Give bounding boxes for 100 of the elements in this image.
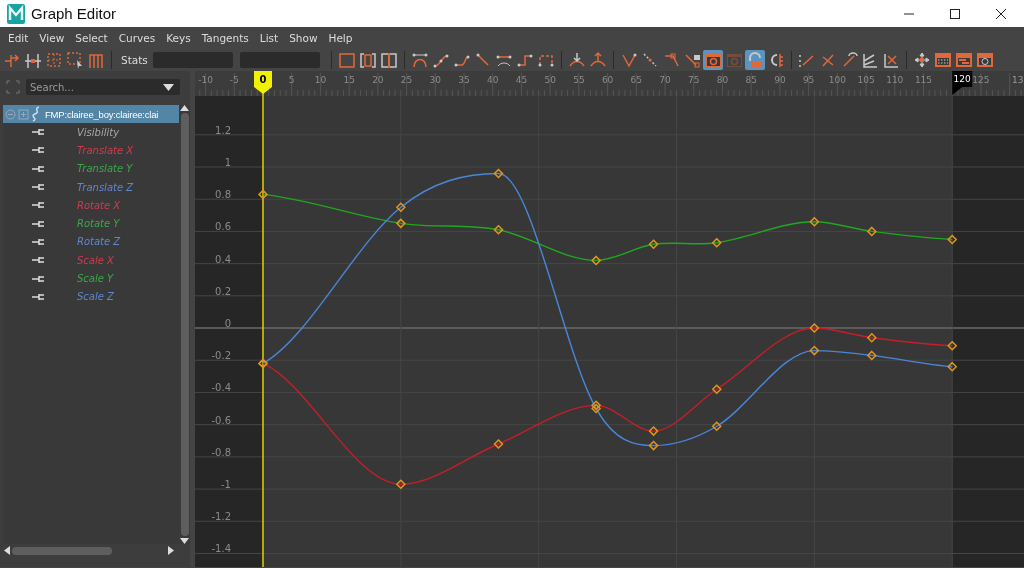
keyframe-point[interactable] (809, 322, 820, 334)
value-label: -0.6 (211, 414, 231, 426)
frame-label: -10 (198, 75, 213, 85)
panel-button[interactable] (974, 50, 995, 70)
auto-tangent-icon (410, 51, 429, 69)
magnet-button[interactable] (744, 50, 765, 70)
keyframe-point[interactable] (947, 234, 958, 245)
region-select-button[interactable] (65, 50, 85, 70)
value-label: 0.4 (215, 253, 231, 265)
keyframe-point[interactable] (711, 384, 722, 395)
keyframe-point[interactable] (711, 421, 722, 432)
scroll-left-icon[interactable] (4, 546, 10, 555)
animation-curve[interactable] (262, 193, 953, 262)
value-label: 1.2 (215, 124, 231, 136)
frame-label: 80 (716, 75, 729, 85)
plug-icon (32, 219, 45, 228)
menu-item[interactable]: Edit (3, 32, 34, 44)
menu-item[interactable]: Tangents (196, 32, 254, 44)
frame-label: 65 (630, 75, 643, 85)
keyframe-point[interactable] (809, 345, 820, 356)
plug-icon (32, 237, 45, 246)
menu-item[interactable]: Curves (113, 32, 161, 44)
stats-field[interactable] (239, 52, 320, 68)
keyframe-point[interactable] (591, 255, 602, 266)
scroll-up-icon[interactable] (180, 105, 189, 111)
menu-item[interactable]: Keys (161, 32, 196, 44)
frame-label: 60 (601, 75, 614, 85)
frame-label: 35 (458, 75, 470, 85)
dropdown-arrow-icon[interactable] (163, 84, 174, 91)
value-label: 0.6 (215, 221, 231, 233)
frame-label: 13 (1012, 75, 1024, 85)
frame-label: 90 (774, 75, 786, 85)
keyframe-point[interactable] (395, 479, 406, 490)
plug-icon (32, 146, 45, 155)
keyframe-point[interactable] (257, 189, 269, 200)
value-label: 0.2 (215, 285, 231, 297)
scroll-down-icon[interactable] (180, 538, 189, 544)
frame-label: 125 (972, 75, 990, 85)
keyframe-point[interactable] (493, 168, 504, 179)
attribute-label[interactable]: Translate Y (77, 163, 133, 175)
keyframe-point[interactable] (947, 361, 958, 372)
region-select-icon (66, 51, 84, 69)
buffer-curve-icon (567, 51, 586, 69)
keyframe-point[interactable] (809, 216, 820, 227)
keyframe-point[interactable] (493, 224, 504, 235)
retime-icon (87, 51, 105, 69)
maximize-icon (949, 7, 961, 20)
frame-label: 75 (688, 75, 700, 85)
stacked-view-icon (860, 51, 879, 69)
frame-label: 95 (802, 75, 815, 85)
center-view-button[interactable] (378, 50, 399, 70)
frame-label: 10 (314, 75, 327, 85)
frame-range-icon (358, 51, 377, 69)
break-tangent-icon (619, 51, 638, 69)
keyframe-point[interactable] (395, 218, 406, 229)
attribute-label[interactable]: Scale Y (77, 273, 114, 284)
panel-button[interactable] (953, 50, 974, 70)
panel-button[interactable] (932, 50, 953, 70)
attribute-label[interactable]: Visibility (77, 126, 120, 138)
keyframe-point[interactable] (493, 438, 504, 450)
frame-label: 30 (429, 75, 442, 85)
current-time-marker[interactable]: 0 (254, 71, 272, 94)
keyframe-point[interactable] (947, 340, 958, 351)
frame-label: 105 (857, 75, 875, 85)
plug-icon (32, 183, 45, 192)
keyframe-point[interactable] (866, 350, 877, 361)
frame-label: 45 (515, 75, 528, 85)
keyframe-point[interactable] (866, 332, 877, 343)
frame-label: 85 (745, 75, 757, 85)
value-label: -1.4 (211, 543, 231, 555)
menu-item[interactable]: List (254, 32, 284, 44)
value-label: -1.2 (211, 511, 231, 523)
menu-item[interactable]: Select (70, 32, 113, 44)
stats-field[interactable] (152, 52, 233, 68)
frame-all-icon (337, 51, 356, 69)
frame-label: 15 (343, 75, 355, 85)
keyframe-point[interactable] (648, 440, 659, 451)
keyframe-point[interactable] (648, 426, 659, 437)
frame-label: 5 (288, 75, 295, 85)
frame-label: 110 (886, 75, 904, 85)
window-button[interactable] (702, 50, 723, 70)
keyframe-point[interactable] (711, 237, 722, 248)
value-label: -0.8 (211, 446, 231, 458)
move-icon (912, 51, 931, 69)
attribute-label[interactable]: Rotate Y (77, 218, 120, 230)
range-end-marker[interactable]: 120 (952, 71, 973, 95)
window-title: Graph Editor (31, 5, 118, 22)
frame-range-button[interactable] (357, 50, 378, 70)
keyframe-point[interactable] (866, 226, 877, 237)
move-key-icon (3, 51, 21, 69)
vertical-scrollbar[interactable] (179, 105, 190, 544)
search-field[interactable]: Search... (26, 79, 180, 95)
keyframe-point[interactable] (648, 239, 659, 250)
menu-item[interactable]: View (34, 32, 70, 44)
window-icon (703, 51, 722, 69)
scroll-right-icon[interactable] (168, 546, 174, 555)
menu-item[interactable]: Show (284, 32, 323, 44)
keyframe-point[interactable] (395, 202, 406, 213)
menu-item[interactable]: Help (323, 32, 358, 44)
frame-label: 70 (659, 75, 671, 85)
